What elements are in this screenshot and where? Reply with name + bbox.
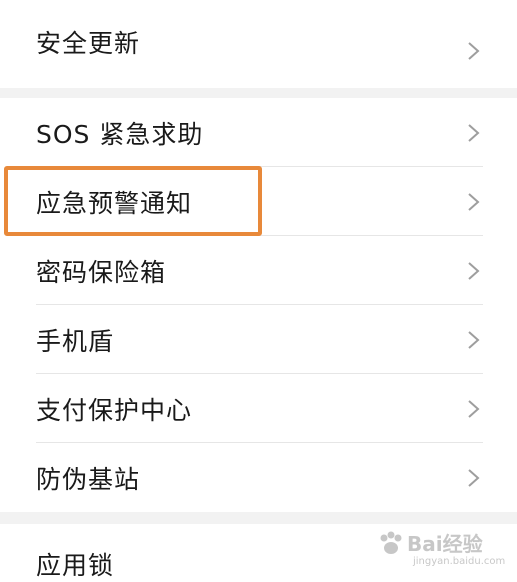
list-item-label: 防伪基站 <box>36 464 141 494</box>
list-item-sos[interactable]: SOS 紧急求助 <box>0 98 517 167</box>
security-settings-screen: 安全更新 SOS 紧急求助 应急预警通知 密码保险箱 手机盾 支付保护中心 防伪… <box>0 0 517 582</box>
chevron-right-icon <box>468 42 480 60</box>
list-item-label: SOS 紧急求助 <box>36 119 204 149</box>
list-item-label: 应用锁 <box>36 551 115 580</box>
chevron-right-icon <box>468 192 480 211</box>
watermark-url: jingyan.baidu.com <box>413 556 506 567</box>
paw-icon <box>380 531 402 554</box>
highlight-box <box>4 166 262 236</box>
list-item-payment-protection[interactable]: 支付保护中心 <box>0 374 517 443</box>
section-gap <box>0 88 517 98</box>
baidu-jingyan-watermark: Bai经验 jingyan.baidu.com <box>377 528 505 572</box>
list-item-label: 安全更新 <box>36 29 141 58</box>
chevron-right-icon <box>468 123 480 142</box>
list-item-label: 手机盾 <box>36 326 115 356</box>
section-gap <box>0 512 517 524</box>
watermark-text: Bai经验 <box>407 532 483 556</box>
list-item-security-update[interactable]: 安全更新 <box>0 0 517 88</box>
list-item-phone-shield[interactable]: 手机盾 <box>0 305 517 374</box>
list-item-pseudo-base-station[interactable]: 防伪基站 <box>0 443 517 512</box>
chevron-right-icon <box>468 468 480 487</box>
list-item-label: 密码保险箱 <box>36 257 167 287</box>
chevron-right-icon <box>468 399 480 418</box>
chevron-right-icon <box>468 330 480 349</box>
list-item-password-vault[interactable]: 密码保险箱 <box>0 236 517 305</box>
list-item-label: 支付保护中心 <box>36 395 193 425</box>
chevron-right-icon <box>468 261 480 280</box>
